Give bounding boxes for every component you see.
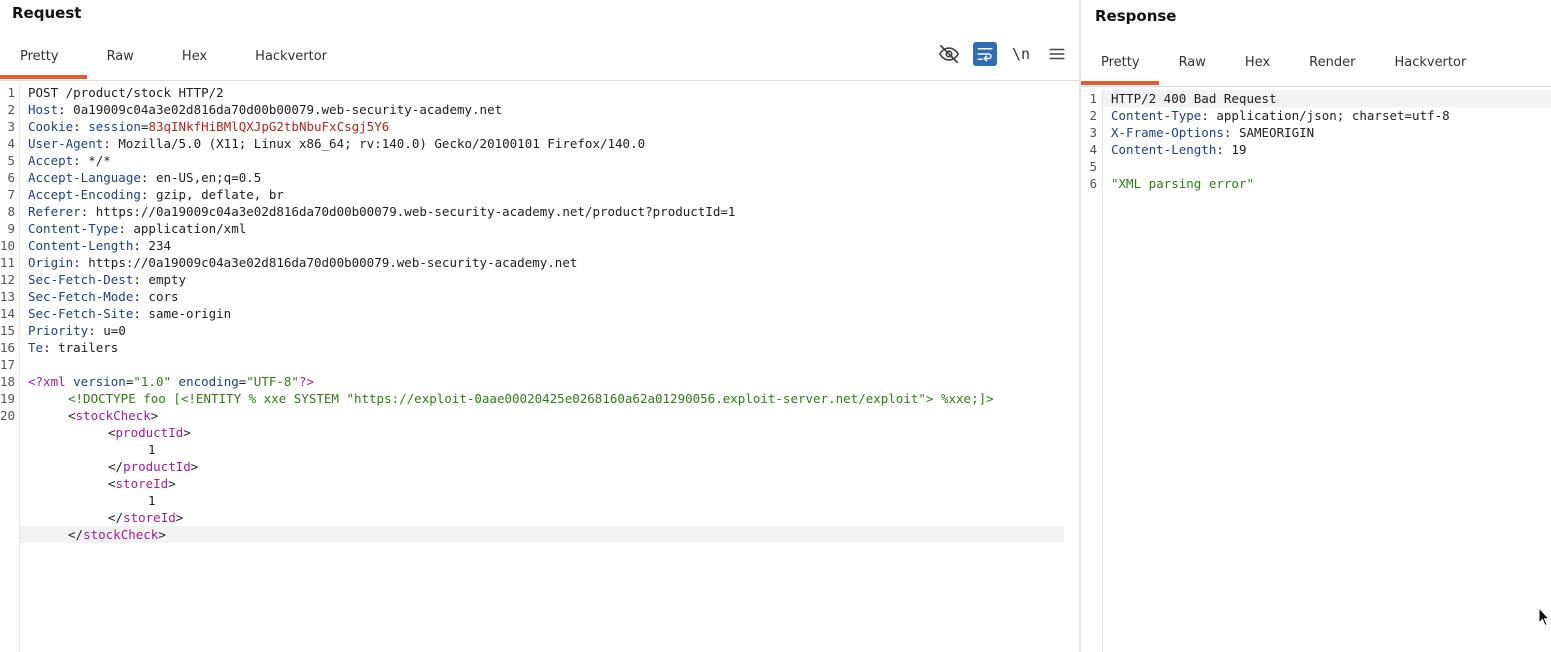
request-tab-raw[interactable]: Raw (87, 37, 162, 75)
eye-slash-icon (939, 44, 959, 64)
response-tabs: Pretty Raw Hex Render Hackvertor (1081, 43, 1485, 86)
code-line: <productId> (108, 425, 191, 440)
code-line: 3 X-Frame-Options: SAMEORIGIN (1089, 125, 1315, 140)
code-line: 16 Te: trailers (0, 340, 119, 355)
request-tabs: Pretty Raw Hex Hackvertor (0, 37, 355, 80)
response-tab-hackvertor[interactable]: Hackvertor (1374, 43, 1485, 81)
xml-doctype: <!DOCTYPE foo [<!ENTITY % xxe SYSTEM "ht… (68, 391, 994, 406)
hide-nonprintable-button[interactable] (937, 42, 961, 66)
xml-store-value: 1 (148, 493, 156, 508)
code-line: 5 (1089, 159, 1097, 174)
code-line-current: 1 HTTP/2 400 Bad Request (1089, 90, 1551, 107)
response-tab-hex[interactable]: Hex (1225, 43, 1289, 81)
show-newlines-button[interactable]: \n (1009, 42, 1033, 66)
code-line: <storeId> (108, 476, 176, 491)
cookie-name: session (88, 119, 141, 134)
code-line: 19 <!DOCTYPE foo [<!ENTITY % xxe SYSTEM "… (0, 391, 994, 406)
code-line: 4 User-Agent: Mozilla/5.0 (X11; Linux x86… (7, 136, 646, 151)
response-tabs-divider (1081, 86, 1551, 87)
code-line: 6 Accept-Language: en-US,en;q=0.5 (7, 170, 262, 185)
cookie-value: 83qINkfHiBMlQXJpG2tbNbuFxCsgj5Y6 (148, 119, 390, 134)
word-wrap-icon (977, 48, 993, 62)
mouse-pointer-icon (1538, 607, 1550, 627)
code-line: 1 (0, 492, 1079, 509)
code-line: 8 Referer: https://0a19009c04a3e02d816da7… (7, 204, 736, 219)
code-line: 13 Sec-Fetch-Mode: cors (0, 289, 179, 304)
response-tab-pretty[interactable]: Pretty (1081, 43, 1159, 85)
code-line: 5 Accept: */* (7, 153, 111, 168)
header-name: Host (28, 102, 59, 117)
response-editor[interactable]: 1 HTTP/2 400 Bad Request 2 Content-Type: a… (1081, 90, 1551, 652)
request-pane: Request Pretty Raw Hex Hackvertor \n 1 P… (0, 0, 1079, 652)
code-line: 9 Content-Type: application/xml (7, 221, 247, 236)
header-value: 0a19009c04a3e02d816da70d00b00079.web-sec… (73, 102, 503, 117)
response-pane: Response Pretty Raw Hex Render Hackverto… (1081, 0, 1551, 652)
request-tab-pretty[interactable]: Pretty (0, 37, 87, 79)
code-line: 12 Sec-Fetch-Dest: empty (0, 272, 187, 287)
status-line: HTTP/2 400 Bad Request (1111, 91, 1277, 106)
word-wrap-button[interactable] (973, 42, 997, 66)
code-line: </productId> (108, 459, 199, 474)
response-tab-render[interactable]: Render (1289, 43, 1374, 81)
code-line: 1 (0, 441, 1079, 458)
xml-version: "1.0" (133, 374, 172, 389)
xml-encoding: "UTF-8" (246, 374, 299, 389)
request-menu-button[interactable] (1045, 42, 1069, 66)
code-line: 11 Origin: https://0a19009c04a3e02d816da7… (0, 255, 578, 270)
code-line-current: </stockCheck> (20, 526, 1064, 543)
hamburger-menu-icon (1049, 48, 1065, 60)
response-body: "XML parsing error" (1111, 176, 1254, 191)
code-line: 15 Priority: u=0 (0, 323, 126, 338)
code-line: 4 Content-Length: 19 (1089, 142, 1247, 157)
request-tab-hackvertor[interactable]: Hackvertor (235, 37, 355, 75)
code-line: 3 Cookie: session=83qINkfHiBMlQXJpG2tbNbu… (7, 119, 390, 134)
request-toolbar: \n (937, 42, 1069, 66)
request-title: Request (12, 4, 82, 22)
code-line: 2 Content-Type: application/json; charset… (1089, 108, 1450, 123)
code-line: 14 Sec-Fetch-Site: same-origin (0, 306, 232, 321)
code-line: 1 POST /product/stock HTTP/2 (7, 85, 224, 100)
code-line: </storeId> (108, 510, 184, 525)
request-editor[interactable]: 1 POST /product/stock HTTP/2 2 Host: 0a190… (0, 84, 1079, 652)
code-line: 6 "XML parsing error" (1089, 176, 1254, 191)
response-tab-raw[interactable]: Raw (1159, 43, 1225, 81)
request-tabs-divider (0, 80, 1079, 81)
code-line: 7 Accept-Encoding: gzip, deflate, br (7, 187, 284, 202)
response-title: Response (1095, 7, 1177, 25)
code-line: 2 Host: 0a19009c04a3e02d816da70d00b00079.… (7, 102, 503, 117)
code-line: 17 (0, 357, 16, 372)
code-line: 10 Content-Length: 234 (0, 238, 171, 253)
code-line: 18 <?xml version="1.0" encoding="UTF-8"?> (0, 374, 315, 389)
code-line: 20 <stockCheck> (0, 408, 159, 423)
request-tab-hex[interactable]: Hex (162, 37, 235, 75)
xml-product-value: 1 (148, 442, 156, 457)
